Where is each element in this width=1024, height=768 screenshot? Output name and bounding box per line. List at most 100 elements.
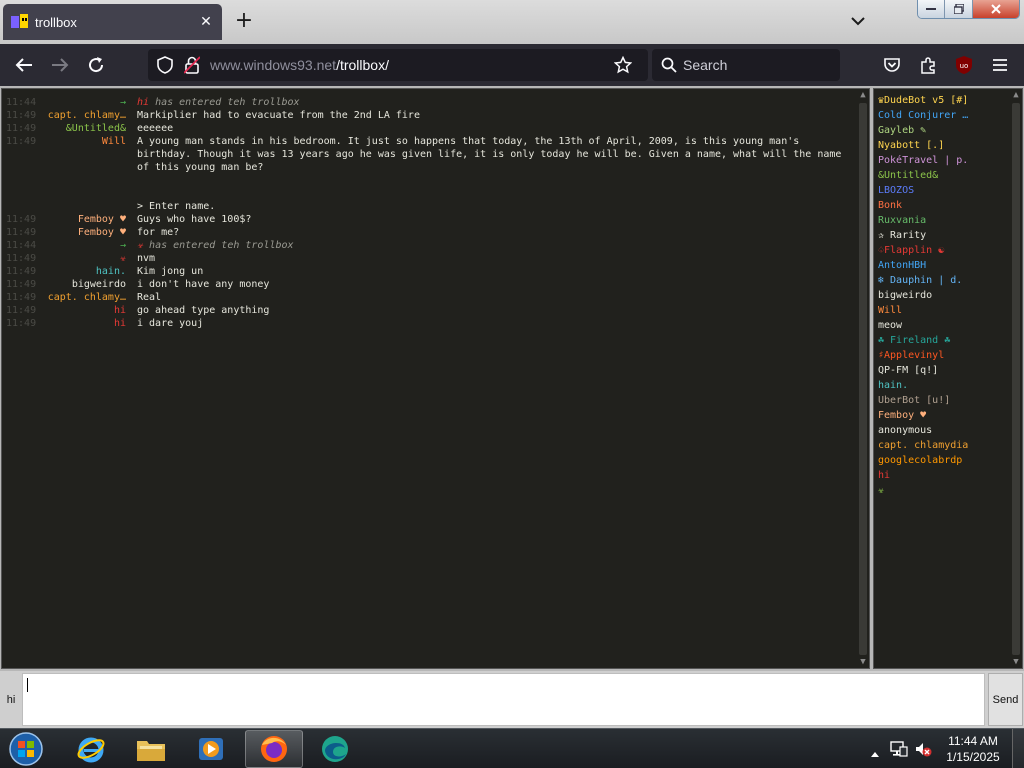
message-nickname[interactable]: capt. chlamy… [48, 109, 126, 122]
start-orb-windows-icon[interactable] [6, 730, 46, 768]
user-list-item[interactable]: Gayleb ✎ [878, 123, 926, 138]
user-list-item[interactable]: ✰ Rarity [878, 228, 926, 243]
message-nickname[interactable]: &Untitled& [66, 122, 126, 135]
user-list-item[interactable]: googlecolabrdp [878, 453, 962, 468]
ublock-origin-icon[interactable]: uo [951, 52, 977, 78]
joined-user-nickname[interactable]: hi [137, 97, 149, 108]
volume-muted-icon[interactable] [914, 740, 932, 762]
message-nickname[interactable]: hi [114, 304, 126, 317]
close-window-button[interactable] [972, 0, 1019, 18]
message-nickname[interactable]: Femboy ♥ [78, 213, 126, 226]
user-list-item[interactable]: ♯Applevinyl [878, 348, 944, 363]
show-hidden-icons-chevron-icon[interactable] [870, 743, 880, 762]
message-nickname[interactable]: bigweirdo [72, 278, 126, 291]
firefox-icon[interactable] [245, 730, 303, 768]
user-list-item[interactable]: QP-FM [q!] [878, 363, 938, 378]
message-nickname[interactable]: ☣ [120, 252, 126, 265]
user-list-item[interactable]: ♤Flapplin ☯ [878, 243, 944, 258]
scroll-down-arrow-icon[interactable]: ▼ [857, 656, 869, 668]
message-timestamp: 11:49 [6, 305, 37, 316]
users-scrollbar[interactable]: ▲ ▼ [1010, 89, 1022, 668]
message-text: hi has entered teh trollbox [137, 96, 847, 109]
user-list-item[interactable]: hain. [878, 378, 908, 393]
user-list-item[interactable]: ♛DudeBot v5 [#] [878, 93, 968, 108]
chat-message: 11:49 capt. chlamy… Real [2, 291, 852, 304]
message-body: has entered teh trollbox [149, 97, 300, 108]
scroll-down-arrow-icon[interactable]: ▼ [1010, 656, 1022, 668]
user-list-item[interactable]: AntonHBH [878, 258, 926, 273]
message-nickname[interactable]: → [120, 239, 126, 252]
user-list-item[interactable]: Bonk [878, 198, 902, 213]
user-list-item[interactable]: &Untitled& [878, 168, 938, 183]
message-text: Real [137, 291, 847, 304]
show-desktop-button[interactable] [1012, 729, 1024, 768]
online-users-pane[interactable]: ♛DudeBot v5 [#] Cold Conjurer … Gayleb ✎ Ny… [873, 88, 1023, 669]
network-icon[interactable] [890, 740, 908, 762]
user-list-item[interactable]: Femboy ♥ [878, 408, 926, 423]
message-body: i dare youj [137, 318, 204, 329]
message-input[interactable] [22, 673, 985, 726]
chat-messages-pane[interactable]: 11:44 → hi has entered teh trollbox 11:49 ca… [1, 88, 870, 669]
internet-explorer-icon[interactable] [62, 730, 120, 768]
current-nick-label[interactable]: hi [1, 671, 21, 728]
file-explorer-folder-icon[interactable] [122, 730, 180, 768]
user-list-item[interactable]: bigweirdo [878, 288, 932, 303]
scroll-up-arrow-icon[interactable]: ▲ [857, 89, 869, 101]
user-list-item[interactable]: LBOZOS [878, 183, 914, 198]
search-icon [661, 57, 677, 77]
user-list-item[interactable]: Nyabott [.] [878, 138, 944, 153]
message-nickname[interactable]: → [120, 96, 126, 109]
message-timestamp: 11:49 [6, 253, 37, 264]
user-list-item[interactable]: meow [878, 318, 902, 333]
bookmark-star-icon[interactable] [613, 55, 633, 78]
extensions-puzzle-icon[interactable] [915, 52, 941, 78]
back-arrow-icon[interactable] [11, 52, 37, 78]
search-bar[interactable]: Search [652, 49, 840, 81]
user-list-item[interactable]: UberBot [u!] [878, 393, 950, 408]
user-list-item[interactable]: Ruxvania [878, 213, 926, 228]
browser-tab-trollbox[interactable]: trollbox ✕ [3, 4, 222, 40]
user-list-item[interactable]: capt. chlamydia [878, 438, 968, 453]
message-text: Guys who have 100$? [137, 213, 847, 226]
chat-message: 11:49 Femboy ♥ for me? [2, 226, 852, 239]
microsoft-edge-icon[interactable] [306, 730, 364, 768]
message-input-row: hi Send [0, 671, 1024, 728]
user-list-item[interactable]: ☘ Fireland ☘ [878, 333, 950, 348]
media-player-icon[interactable] [182, 730, 240, 768]
scroll-up-arrow-icon[interactable]: ▲ [1010, 89, 1022, 101]
message-text: Markiplier had to evacuate from the 2nd … [137, 109, 847, 122]
message-nickname[interactable]: Will [102, 135, 126, 148]
scroll-thumb[interactable] [859, 103, 867, 655]
forward-arrow-icon[interactable] [47, 52, 73, 78]
pocket-icon[interactable] [879, 52, 905, 78]
minimize-window-button[interactable] [918, 0, 946, 18]
hamburger-menu-icon[interactable] [987, 52, 1013, 78]
message-nickname[interactable]: hain. [96, 265, 126, 278]
address-bar[interactable]: www.windows93.net/trollbox/ [148, 49, 648, 81]
insecure-lock-icon[interactable] [183, 56, 201, 78]
send-button[interactable]: Send [988, 673, 1023, 726]
user-list-item[interactable]: Will [878, 303, 902, 318]
message-nickname[interactable]: capt. chlamy… [48, 291, 126, 304]
user-list-item[interactable]: PokéTravel | p. [878, 153, 968, 168]
user-list-item[interactable]: ☣ [878, 483, 884, 498]
tracking-protection-shield-icon[interactable] [156, 56, 174, 78]
user-list-item[interactable]: anonymous [878, 423, 932, 438]
user-list-item[interactable]: hi [878, 468, 890, 483]
chat-scrollbar[interactable]: ▲ ▼ [857, 89, 869, 668]
chat-message: 11:49 hi go ahead type anything [2, 304, 852, 317]
scroll-thumb[interactable] [1012, 103, 1020, 655]
close-tab-icon[interactable]: ✕ [198, 14, 214, 30]
new-tab-button[interactable]: + [232, 10, 256, 34]
user-list-item[interactable]: ❄ Dauphin | d. [878, 273, 962, 288]
message-text: eeeeee [137, 122, 847, 135]
message-nickname[interactable]: Femboy ♥ [78, 226, 126, 239]
chat-message: 11:49 Femboy ♥ Guys who have 100$? [2, 213, 852, 226]
message-nickname[interactable]: hi [114, 317, 126, 330]
taskbar-clock[interactable]: 11:44 AM 1/15/2025 [936, 733, 1010, 765]
user-list-item[interactable]: Cold Conjurer … [878, 108, 968, 123]
list-all-tabs-chevron-icon[interactable] [849, 12, 867, 30]
message-timestamp: 11:49 [6, 214, 37, 225]
restore-window-button[interactable] [945, 0, 973, 18]
reload-icon[interactable] [83, 52, 109, 78]
